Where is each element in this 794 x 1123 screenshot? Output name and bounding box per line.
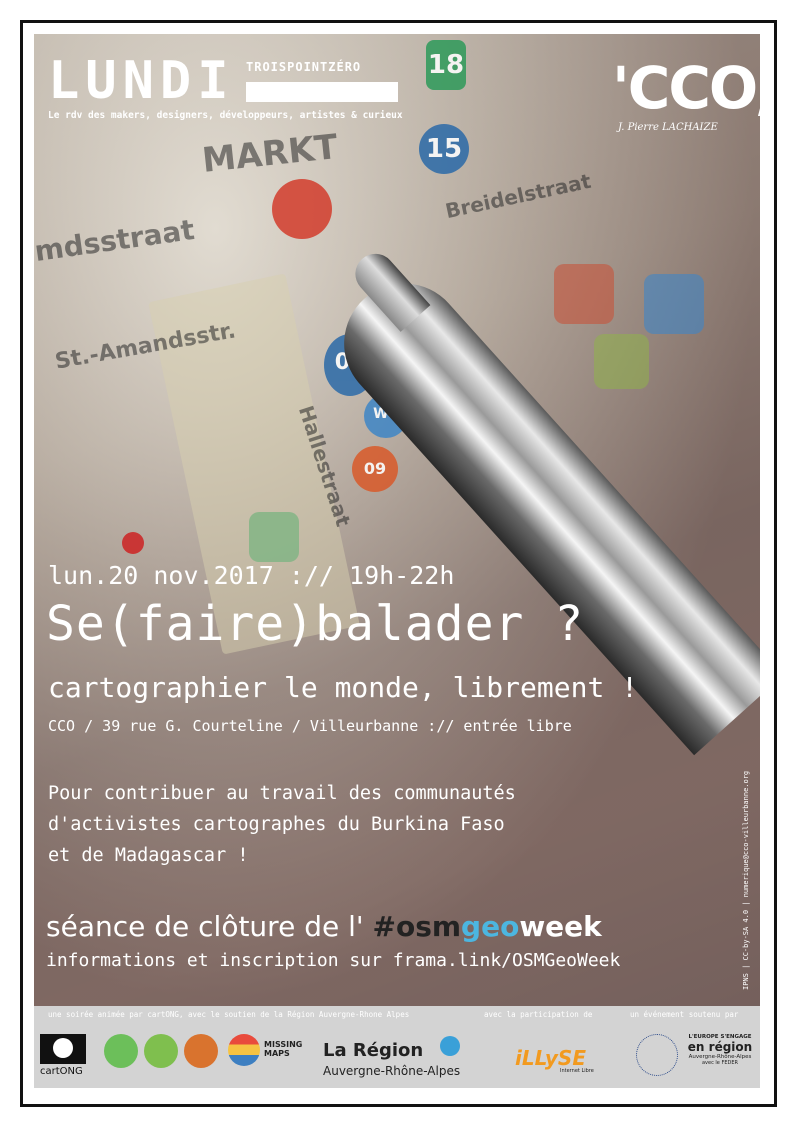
europe-line: avec le FEDER — [701, 1060, 738, 1066]
map-number: 09 — [363, 459, 387, 478]
description-line: Pour contribuer au travail des communaut… — [48, 783, 516, 804]
map-sticker — [594, 334, 649, 389]
map-number-badge: 09 — [352, 446, 398, 492]
osm-burkina-icon — [184, 1034, 218, 1068]
cartong-logo — [40, 1034, 86, 1064]
europe-line: en région — [687, 1040, 753, 1054]
map-sticker — [554, 264, 614, 324]
event-subtitle: cartographier le monde, librement ! — [48, 671, 639, 704]
hashtag-geo: geo — [461, 910, 520, 943]
event-description: Pour contribuer au travail des communaut… — [48, 778, 608, 871]
map-number: 15 — [425, 134, 463, 164]
europe-stars-icon — [636, 1034, 678, 1076]
partners-caption-mid: avec la participation de — [484, 1010, 593, 1019]
map-number-badge: 18 — [426, 40, 466, 90]
missing-maps-icon — [228, 1034, 260, 1066]
hashtag-osm: osm — [395, 910, 462, 943]
description-line: et de Madagascar ! — [48, 845, 249, 866]
partners-caption-left: une soirée animée par cartONG, avec le s… — [48, 1010, 410, 1019]
event-title: Se(faire)balader ? — [46, 596, 585, 652]
osmgeoweek-hashtag: #osmgeoweek — [372, 910, 601, 943]
osm-madagascar-icon — [144, 1034, 178, 1068]
illyse-sub: Internet Libre — [560, 1068, 594, 1074]
missing-maps-label: MISSING MAPS — [264, 1040, 303, 1058]
osm-logo-icon — [104, 1034, 138, 1068]
lundi-tagline: Le rdv des makers, designers, développeu… — [48, 110, 403, 121]
event-place: CCO / 39 rue G. Courteline / Villeurbann… — [48, 717, 572, 735]
partners-caption-right: un événement soutenu par — [630, 1010, 739, 1019]
lundi-logo: LUNDI — [48, 51, 235, 111]
region-logo-name: La Région — [323, 1040, 424, 1061]
cco-logo-subtitle: J. Pierre LACHAIZE — [618, 122, 718, 133]
map-word-street: Breidelstraat — [443, 168, 594, 224]
event-info-link[interactable]: informations et inscription sur frama.li… — [46, 950, 620, 971]
map-word-street: mdsstraat — [34, 212, 197, 269]
map-number: 18 — [427, 50, 465, 80]
map-word-markt: MARKT — [200, 127, 340, 181]
lundi-bar — [246, 82, 398, 102]
cartong-label: cartONG — [40, 1066, 83, 1077]
lundi-subtitle: TROISPOINTZÉRO — [246, 60, 362, 74]
map-number-badge: 15 — [419, 124, 469, 174]
side-credit: IPNS | CC-by-SA 4.0 | numerique@cco-vill… — [742, 770, 750, 990]
hashtag-week: week — [519, 910, 602, 943]
hashtag-hash: # — [372, 910, 396, 943]
bicycle-icon — [272, 179, 332, 239]
map-sticker — [644, 274, 704, 334]
cco-logo: 'CCO, — [612, 54, 777, 122]
illyse-logo: iLLySE — [515, 1046, 586, 1070]
no-entry-icon — [122, 532, 144, 554]
person-icon — [53, 1038, 73, 1058]
event-date: lun.20 nov.2017 :// 19h-22h — [48, 561, 455, 590]
description-line: d'activistes cartographes du Burkina Fas… — [48, 814, 505, 835]
europe-logo: L'EUROPE S'ENGAGE en région Auvergne-Rhô… — [684, 1034, 756, 1066]
region-logo-sub: Auvergne-Rhône-Alpes — [323, 1064, 461, 1078]
seance-prefix: séance de clôture de l' — [46, 910, 373, 943]
region-mountain-icon — [440, 1036, 460, 1056]
event-seance: séance de clôture de l' #osmgeoweek — [46, 910, 602, 943]
